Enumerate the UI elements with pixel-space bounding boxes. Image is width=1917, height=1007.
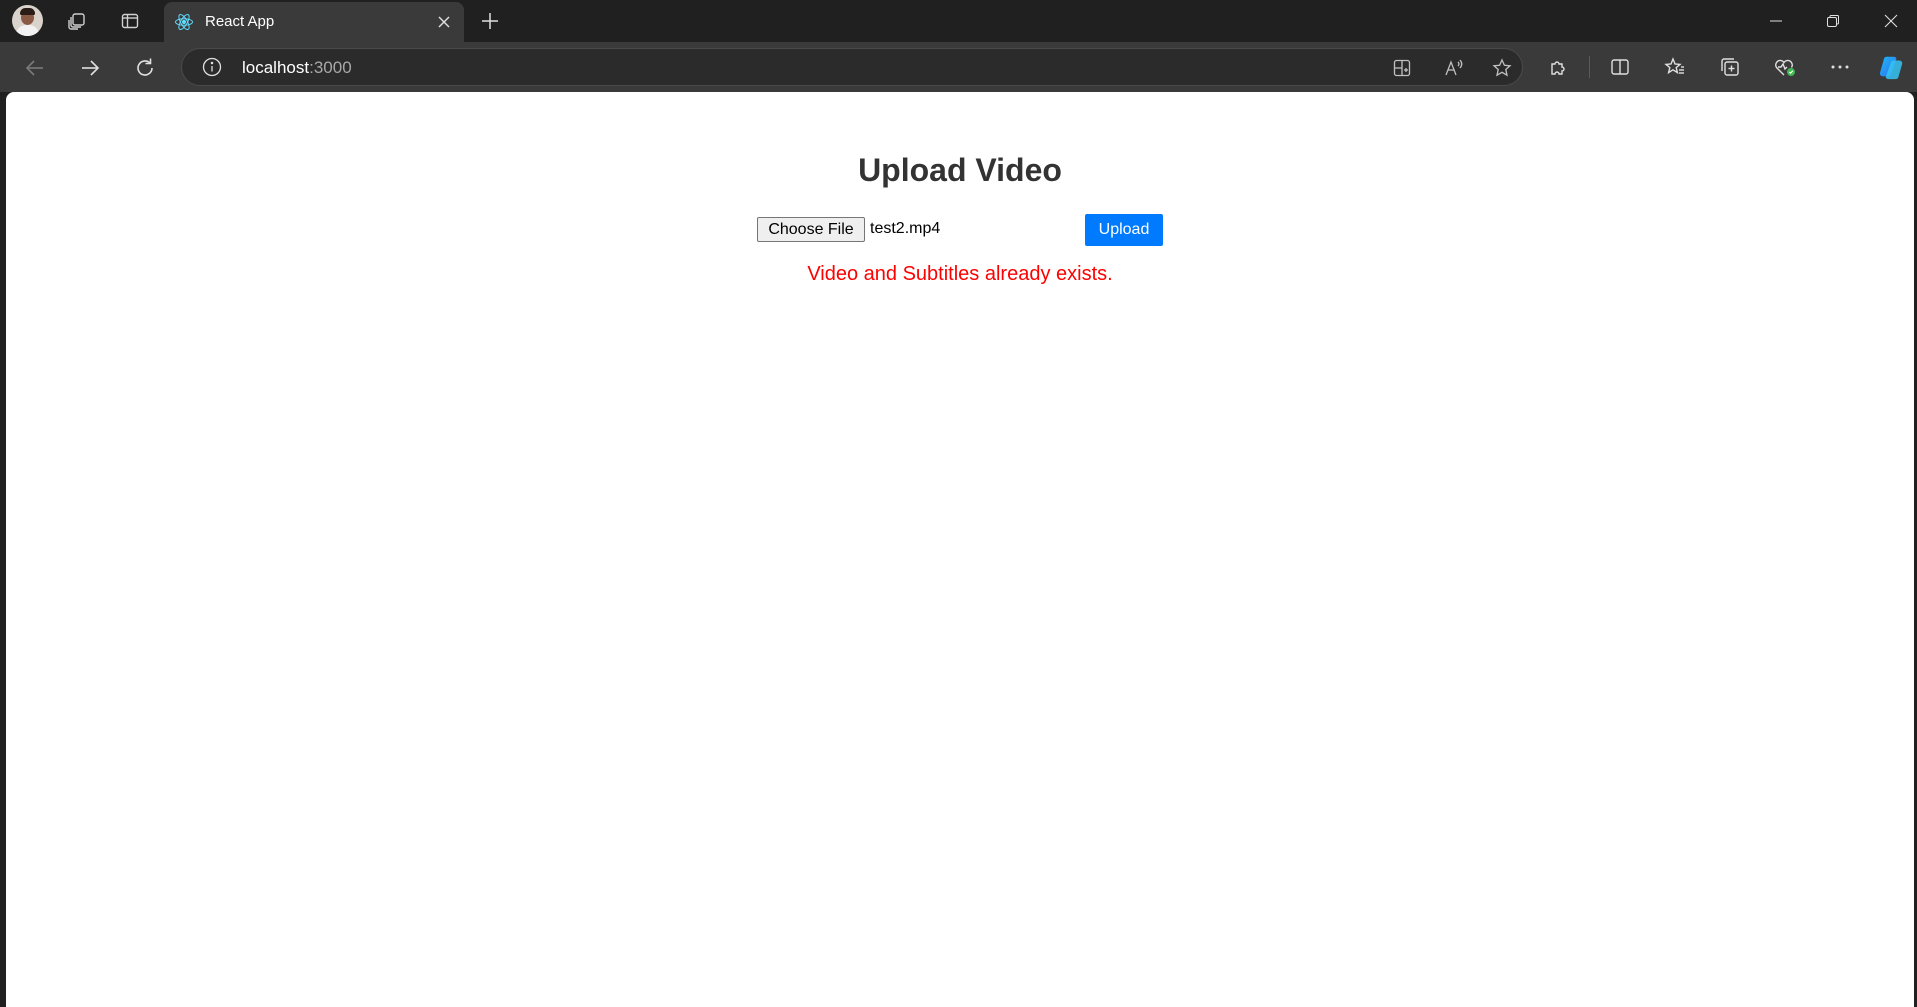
refresh-icon[interactable] bbox=[131, 54, 159, 82]
extensions-icon[interactable] bbox=[1545, 53, 1573, 81]
page-title: Upload Video bbox=[858, 152, 1062, 188]
choose-file-button[interactable]: Choose File bbox=[757, 217, 865, 242]
page-viewport: Upload Video Choose File test2.mp4 Uploa… bbox=[6, 92, 1914, 1007]
selected-file-name: test2.mp4 bbox=[870, 220, 941, 237]
copilot-icon[interactable] bbox=[1878, 53, 1906, 81]
browser-essentials-icon[interactable] bbox=[1771, 53, 1799, 81]
upload-button[interactable]: Upload bbox=[1085, 214, 1163, 246]
restore-icon[interactable] bbox=[1819, 8, 1847, 34]
app-available-icon[interactable] bbox=[1391, 57, 1413, 79]
more-icon[interactable] bbox=[1826, 53, 1854, 81]
profile-avatar[interactable] bbox=[12, 5, 43, 36]
browser-toolbar: localhost:3000 bbox=[0, 42, 1917, 92]
split-screen-icon[interactable] bbox=[1606, 53, 1634, 81]
address-bar[interactable]: localhost:3000 bbox=[181, 48, 1523, 86]
workspaces-icon[interactable] bbox=[65, 9, 89, 33]
plus-icon[interactable] bbox=[478, 9, 502, 33]
url-host: localhost bbox=[242, 58, 310, 77]
favorites-icon[interactable] bbox=[1661, 53, 1689, 81]
url-port: :3000 bbox=[309, 58, 352, 77]
close-icon[interactable] bbox=[434, 12, 454, 32]
toolbar-divider bbox=[1589, 56, 1590, 78]
tab-react-app[interactable]: React App bbox=[164, 2, 464, 42]
react-icon bbox=[174, 12, 194, 32]
info-icon[interactable] bbox=[202, 57, 222, 77]
forward-icon[interactable] bbox=[76, 54, 104, 82]
window-close-icon[interactable] bbox=[1877, 8, 1905, 34]
tab-title: React App bbox=[205, 13, 275, 30]
collections-icon[interactable] bbox=[1716, 53, 1744, 81]
read-aloud-icon[interactable] bbox=[1443, 57, 1465, 79]
title-bar: React App bbox=[0, 0, 1917, 42]
back-icon[interactable] bbox=[21, 54, 49, 82]
favorite-star-icon[interactable] bbox=[1491, 57, 1513, 79]
url-text[interactable]: localhost:3000 bbox=[242, 58, 352, 78]
minimize-icon[interactable] bbox=[1762, 8, 1790, 34]
error-message: Video and Subtitles already exists. bbox=[807, 263, 1113, 285]
vertical-tabs-icon[interactable] bbox=[118, 9, 142, 33]
